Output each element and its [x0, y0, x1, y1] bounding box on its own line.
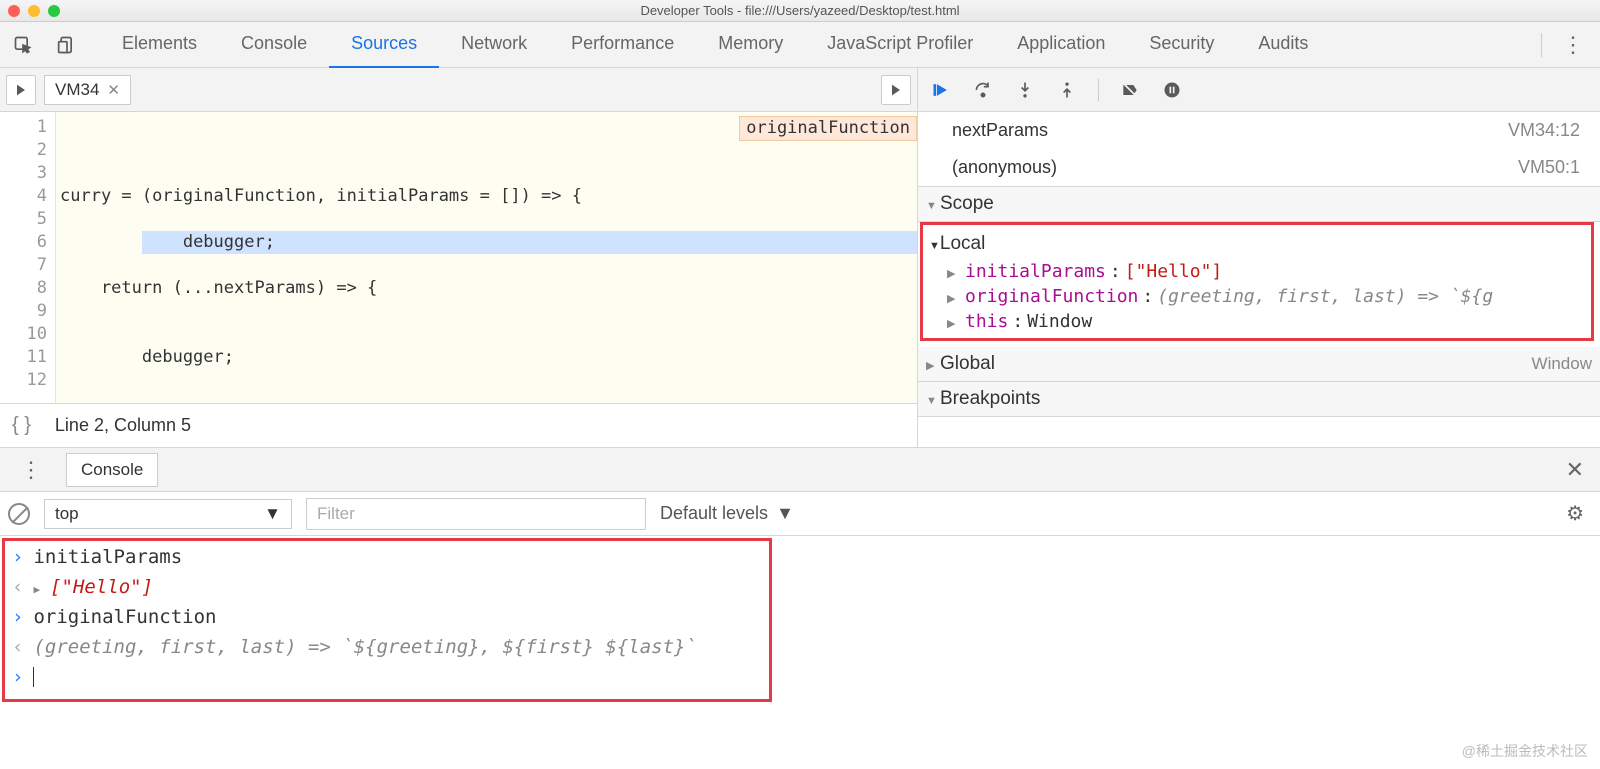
- console-drawer-toolbar: ⋮ Console ✕: [0, 448, 1600, 492]
- chevron-right-icon: [947, 261, 961, 282]
- input-marker-icon: ›: [12, 606, 23, 628]
- tab-sources[interactable]: Sources: [329, 21, 439, 69]
- tab-application[interactable]: Application: [995, 21, 1127, 69]
- debugger-sidebar: nextParams VM34:12 (anonymous) VM50:1 Sc…: [918, 68, 1600, 447]
- clear-console-icon[interactable]: [8, 503, 30, 525]
- tab-security[interactable]: Security: [1127, 21, 1236, 69]
- minimize-window-button[interactable]: [28, 5, 40, 17]
- input-marker-icon: ›: [12, 666, 23, 688]
- paused-line: debugger;: [142, 231, 917, 254]
- traffic-lights: [8, 5, 60, 17]
- chevron-right-icon: [947, 311, 961, 332]
- tab-audits[interactable]: Audits: [1236, 21, 1330, 69]
- code-editor[interactable]: 1 2 3 4 5 6 7 8 9 10 11 12 originalFunct…: [0, 112, 917, 403]
- window-title: Developer Tools - file:///Users/yazeed/D…: [0, 3, 1600, 18]
- console-output[interactable]: › initialParams ‹ ["Hello"] › originalFu…: [0, 536, 1600, 769]
- inspect-element-icon[interactable]: [10, 32, 36, 58]
- console-settings-icon[interactable]: ⚙: [1566, 501, 1592, 526]
- global-scope-row[interactable]: Global Window: [918, 347, 1600, 382]
- input-cursor[interactable]: [33, 667, 34, 687]
- console-filter-input[interactable]: Filter: [306, 498, 646, 530]
- file-tab-label: VM34: [55, 80, 99, 100]
- maximize-window-button[interactable]: [48, 5, 60, 17]
- cursor-position: Line 2, Column 5: [55, 415, 191, 436]
- local-scope-header[interactable]: Local: [923, 229, 1591, 259]
- debugger-toolbar: [918, 68, 1600, 112]
- tab-elements[interactable]: Elements: [100, 21, 219, 69]
- expand-icon[interactable]: [33, 576, 40, 598]
- tab-memory[interactable]: Memory: [696, 21, 805, 69]
- devtools-toolbar: Elements Console Sources Network Perform…: [0, 22, 1600, 68]
- output-marker-icon: ‹: [12, 636, 23, 658]
- chevron-down-icon: [926, 388, 940, 410]
- pause-exceptions-icon[interactable]: [1157, 75, 1187, 105]
- chevron-down-icon: [926, 193, 940, 215]
- resume-icon[interactable]: [926, 75, 956, 105]
- chevron-down-icon: ▼: [776, 503, 794, 524]
- scope-variable[interactable]: initialParams: ["Hello"]: [923, 259, 1591, 284]
- chevron-right-icon: [926, 353, 940, 375]
- scope-section: Scope: [918, 187, 1600, 222]
- call-stack: nextParams VM34:12 (anonymous) VM50:1: [918, 112, 1600, 187]
- step-over-icon[interactable]: [968, 75, 998, 105]
- local-scope-highlight: Local initialParams: ["Hello"] originalF…: [920, 222, 1594, 341]
- breakpoints-section[interactable]: Breakpoints: [918, 382, 1600, 417]
- pretty-print-icon[interactable]: { }: [12, 414, 31, 437]
- line-gutter: 1 2 3 4 5 6 7 8 9 10 11 12: [0, 112, 56, 403]
- tab-js-profiler[interactable]: JavaScript Profiler: [805, 21, 995, 69]
- chevron-down-icon: ▼: [264, 504, 281, 524]
- scope-variable[interactable]: originalFunction: (greeting, first, last…: [923, 284, 1591, 309]
- input-marker-icon: ›: [12, 546, 23, 568]
- chevron-down-icon: [929, 233, 940, 255]
- code-content: originalFunction curry = (originalFuncti…: [56, 112, 917, 403]
- output-marker-icon: ‹: [12, 576, 23, 598]
- scope-header[interactable]: Scope: [918, 187, 1600, 221]
- tab-network[interactable]: Network: [439, 21, 549, 69]
- chevron-right-icon: [947, 286, 961, 307]
- source-file-tab[interactable]: VM34 ✕: [44, 75, 131, 105]
- console-drawer: ⋮ Console ✕ top ▼ Filter Default levels …: [0, 448, 1600, 769]
- scope-variable[interactable]: this: Window: [923, 309, 1591, 334]
- log-levels-selector[interactable]: Default levels ▼: [660, 503, 794, 524]
- context-selector[interactable]: top ▼: [44, 499, 292, 529]
- drawer-menu-icon[interactable]: ⋮: [10, 457, 52, 483]
- panel-tabs: Elements Console Sources Network Perform…: [100, 21, 1330, 69]
- tab-console[interactable]: Console: [219, 21, 329, 69]
- editor-status-bar: { } Line 2, Column 5: [0, 403, 917, 447]
- close-drawer-icon[interactable]: ✕: [1566, 457, 1590, 483]
- callstack-frame[interactable]: nextParams VM34:12: [918, 112, 1600, 149]
- more-tabs-icon[interactable]: [881, 75, 911, 105]
- sources-panel: VM34 ✕ 1 2 3 4 5 6 7 8 9 10 11 12: [0, 68, 1600, 448]
- hover-token-hint: originalFunction: [739, 116, 917, 141]
- sources-file-toolbar: VM34 ✕: [0, 68, 917, 112]
- tab-performance[interactable]: Performance: [549, 21, 696, 69]
- watermark: @稀土掘金技术社区: [1462, 741, 1588, 761]
- console-drawer-tab[interactable]: Console: [66, 453, 158, 487]
- more-menu-icon[interactable]: ⋮: [1552, 32, 1594, 58]
- console-filter-bar: top ▼ Filter Default levels ▼ ⚙: [0, 492, 1600, 536]
- device-toggle-icon[interactable]: [54, 32, 80, 58]
- callstack-frame[interactable]: (anonymous) VM50:1: [918, 149, 1600, 186]
- step-out-icon[interactable]: [1052, 75, 1082, 105]
- window-titlebar: Developer Tools - file:///Users/yazeed/D…: [0, 0, 1600, 22]
- deactivate-breakpoints-icon[interactable]: [1115, 75, 1145, 105]
- close-tab-icon[interactable]: ✕: [107, 81, 120, 99]
- step-into-icon[interactable]: [1010, 75, 1040, 105]
- close-window-button[interactable]: [8, 5, 20, 17]
- navigator-toggle-icon[interactable]: [6, 75, 36, 105]
